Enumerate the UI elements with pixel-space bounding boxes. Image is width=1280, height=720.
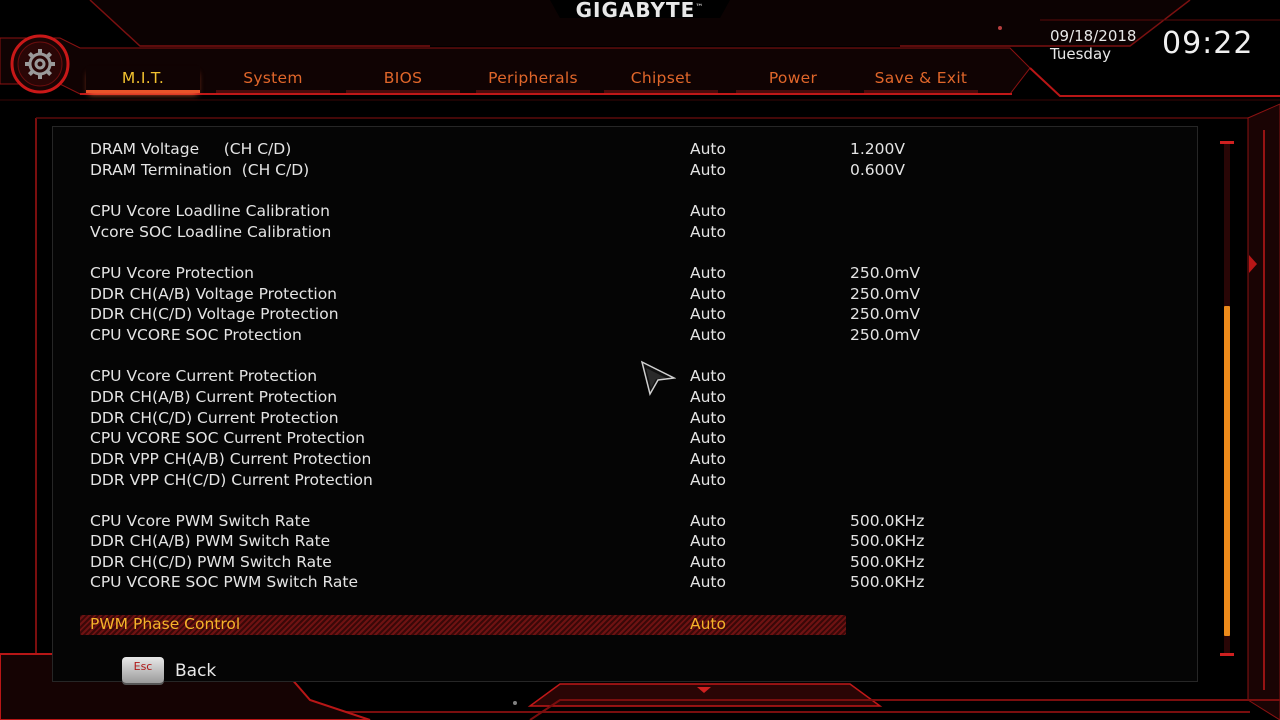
setting-reading: 250.0mV bbox=[850, 305, 921, 323]
setting-label: CPU VCORE SOC PWM Switch Rate bbox=[90, 573, 359, 591]
tab-mit[interactable]: M.I.T. bbox=[86, 66, 200, 93]
scrollbar-bottom-cap bbox=[1220, 653, 1234, 656]
weekday-text: Tuesday bbox=[1050, 45, 1112, 63]
setting-reading: 0.600V bbox=[850, 161, 905, 179]
mouse-cursor-icon bbox=[640, 360, 676, 396]
setting-value: Auto bbox=[690, 161, 726, 179]
setting-reading: 1.200V bbox=[850, 140, 905, 158]
setting-label: CPU VCORE SOC Protection bbox=[90, 326, 302, 344]
setting-row-ddr-cd-voltage-protection[interactable]: DDR CH(C/D) Voltage Protection Auto 250.… bbox=[90, 304, 920, 324]
time-display: 09:22 bbox=[1162, 26, 1254, 61]
setting-value: Auto bbox=[690, 367, 726, 385]
tab-peripherals[interactable]: Peripherals bbox=[476, 66, 590, 93]
setting-label: DDR CH(A/B) Voltage Protection bbox=[90, 285, 338, 303]
setting-row-cpu-vcore-current-protection[interactable]: CPU Vcore Current Protection Auto bbox=[90, 366, 850, 386]
setting-label: PWM Phase Control bbox=[90, 615, 241, 633]
setting-row-ddr-ab-voltage-protection[interactable]: DDR CH(A/B) Voltage Protection Auto 250.… bbox=[90, 284, 920, 304]
setting-row-cpu-vcore-protection[interactable]: CPU Vcore Protection Auto 250.0mV bbox=[90, 263, 920, 283]
tab-chipset[interactable]: Chipset bbox=[604, 66, 718, 93]
setting-reading: 500.0KHz bbox=[850, 553, 925, 571]
setting-row-dram-termination-cd[interactable]: DRAM Termination (CH C/D) Auto 0.600V bbox=[90, 160, 905, 180]
setting-value: Auto bbox=[690, 450, 726, 468]
setting-reading: 500.0KHz bbox=[850, 512, 925, 530]
setting-row-dram-voltage-cd[interactable]: DRAM Voltage (CH C/D) Auto 1.200V bbox=[90, 139, 905, 159]
setting-value: Auto bbox=[690, 553, 726, 571]
setting-value: Auto bbox=[690, 471, 726, 489]
tab-power[interactable]: Power bbox=[736, 66, 850, 93]
setting-value: Auto bbox=[690, 305, 726, 323]
setting-row-ddr-cd-current-protection[interactable]: DDR CH(C/D) Current Protection Auto bbox=[90, 408, 850, 428]
setting-label: DDR VPP CH(A/B) Current Protection bbox=[90, 450, 372, 468]
setting-value: Auto bbox=[690, 615, 726, 633]
right-arrow-icon[interactable] bbox=[1248, 254, 1258, 274]
setting-reading: 250.0mV bbox=[850, 326, 921, 344]
gear-icon[interactable] bbox=[10, 34, 70, 94]
down-arrow-icon bbox=[697, 687, 711, 693]
setting-label: DRAM Termination (CH C/D) bbox=[90, 161, 310, 179]
setting-value: Auto bbox=[690, 223, 726, 241]
setting-label: CPU Vcore Loadline Calibration bbox=[90, 202, 330, 220]
setting-reading: 500.0KHz bbox=[850, 532, 925, 550]
esc-key-icon[interactable]: Esc bbox=[122, 657, 164, 683]
setting-row-ddr-ab-current-protection[interactable]: DDR CH(A/B) Current Protection Auto bbox=[90, 387, 850, 407]
setting-value: Auto bbox=[690, 429, 726, 447]
date-text: 09/18/2018 bbox=[1050, 27, 1137, 45]
setting-row-cpu-vcore-soc-protection[interactable]: CPU VCORE SOC Protection Auto 250.0mV bbox=[90, 325, 920, 345]
setting-reading: 250.0mV bbox=[850, 285, 921, 303]
setting-value: Auto bbox=[690, 409, 726, 427]
setting-label: DDR CH(C/D) Current Protection bbox=[90, 409, 339, 427]
setting-label: CPU Vcore Protection bbox=[90, 264, 254, 282]
setting-value: Auto bbox=[690, 573, 726, 591]
setting-row-ddr-ab-pwm-switch-rate[interactable]: DDR CH(A/B) PWM Switch Rate Auto 500.0KH… bbox=[90, 531, 924, 551]
date-display: 09/18/2018 Tuesday bbox=[1050, 27, 1136, 63]
setting-row-cpu-vcore-soc-pwm-switch-rate[interactable]: CPU VCORE SOC PWM Switch Rate Auto 500.0… bbox=[90, 572, 924, 592]
setting-label: DDR CH(C/D) PWM Switch Rate bbox=[90, 553, 332, 571]
setting-row-ddr-vpp-ab-current-protection[interactable]: DDR VPP CH(A/B) Current Protection Auto bbox=[90, 449, 850, 469]
setting-label: Vcore SOC Loadline Calibration bbox=[90, 223, 332, 241]
setting-row-cpu-vcore-pwm-switch-rate[interactable]: CPU Vcore PWM Switch Rate Auto 500.0KHz bbox=[90, 511, 924, 531]
setting-label: CPU Vcore Current Protection bbox=[90, 367, 318, 385]
setting-value: Auto bbox=[690, 285, 726, 303]
brand-logo: GIGABYTE™ bbox=[0, 0, 1280, 22]
setting-row-ddr-cd-pwm-switch-rate[interactable]: DDR CH(C/D) PWM Switch Rate Auto 500.0KH… bbox=[90, 552, 924, 572]
setting-label: DDR VPP CH(C/D) Current Protection bbox=[90, 471, 373, 489]
tab-system[interactable]: System bbox=[216, 66, 330, 93]
brand-trademark: ™ bbox=[695, 2, 705, 12]
setting-label: CPU Vcore PWM Switch Rate bbox=[90, 512, 311, 530]
setting-row-pwm-phase-control[interactable]: PWM Phase Control Auto bbox=[90, 614, 850, 634]
tab-bios[interactable]: BIOS bbox=[346, 66, 460, 93]
brand-name: GIGABYTE bbox=[575, 0, 696, 22]
setting-value: Auto bbox=[690, 264, 726, 282]
setting-row-vcore-soc-llc[interactable]: Vcore SOC Loadline Calibration Auto bbox=[90, 222, 850, 242]
setting-value: Auto bbox=[690, 140, 726, 158]
setting-value: Auto bbox=[690, 388, 726, 406]
setting-reading: 250.0mV bbox=[850, 264, 921, 282]
setting-value: Auto bbox=[690, 512, 726, 530]
setting-value: Auto bbox=[690, 326, 726, 344]
setting-row-ddr-vpp-cd-current-protection[interactable]: DDR VPP CH(C/D) Current Protection Auto bbox=[90, 470, 850, 490]
setting-label: DDR CH(C/D) Voltage Protection bbox=[90, 305, 339, 323]
tab-save-exit[interactable]: Save & Exit bbox=[864, 66, 978, 93]
setting-label: DDR CH(A/B) PWM Switch Rate bbox=[90, 532, 331, 550]
setting-row-cpu-vcore-soc-current-protection[interactable]: CPU VCORE SOC Current Protection Auto bbox=[90, 428, 850, 448]
setting-reading: 500.0KHz bbox=[850, 573, 925, 591]
scrollbar-top-cap bbox=[1220, 141, 1234, 144]
setting-row-cpu-vcore-llc[interactable]: CPU Vcore Loadline Calibration Auto bbox=[90, 201, 850, 221]
setting-label: CPU VCORE SOC Current Protection bbox=[90, 429, 365, 447]
scrollbar-thumb[interactable] bbox=[1224, 306, 1230, 636]
setting-value: Auto bbox=[690, 202, 726, 220]
setting-label: DRAM Voltage (CH C/D) bbox=[90, 140, 292, 158]
back-label[interactable]: Back bbox=[175, 661, 216, 681]
setting-label: DDR CH(A/B) Current Protection bbox=[90, 388, 338, 406]
setting-value: Auto bbox=[690, 532, 726, 550]
